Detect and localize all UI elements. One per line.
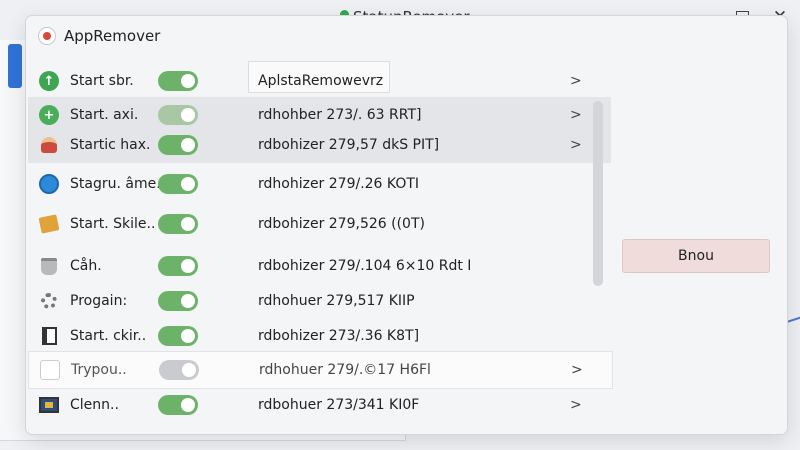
- chevron-right-icon[interactable]: >: [570, 137, 582, 153]
- row-label: Start⁢ sbr.: [70, 73, 134, 89]
- list-item[interactable]: Startic hax. rdbohizer 279,57 dkS PIT] >: [28, 127, 611, 163]
- app-title: AppRemover: [64, 27, 161, 45]
- pot-icon: [41, 257, 57, 275]
- row-icon: [38, 104, 60, 126]
- row-toggle[interactable]: [158, 326, 198, 346]
- row-label: Trypou..: [71, 362, 127, 378]
- row-icon: [38, 213, 60, 235]
- row-label: Cåh.: [70, 258, 102, 274]
- list-item[interactable]: Trypou.. rdhohuer 279/.©17 H6Fl >: [28, 351, 613, 389]
- side-action-button[interactable]: Bnou: [622, 239, 770, 273]
- column-header-value: AplstaRemowevrz: [258, 73, 384, 89]
- row-toggle[interactable]: [158, 256, 198, 276]
- row-icon: [38, 134, 60, 156]
- chevron-right-icon[interactable]: >: [571, 362, 583, 378]
- chevron-right-icon[interactable]: >: [570, 107, 582, 123]
- chevron-right-icon[interactable]: >: [570, 397, 582, 413]
- row-icon: [38, 255, 60, 277]
- row-value: rdbohizer 279/.104 6×10 Rdt I: [258, 258, 472, 274]
- plus-circle-icon: [39, 105, 59, 125]
- row-icon: [39, 359, 61, 381]
- row-label: Start. Skile..: [70, 216, 156, 232]
- list-item[interactable]: Progain: rdhohuer 279,517 KIIP: [28, 283, 611, 319]
- person-icon: [41, 137, 57, 153]
- row-icon: [38, 70, 60, 92]
- list-item[interactable]: Stagru. âme.. rdhohizer 279/.26 KOTI: [28, 166, 611, 202]
- blank-icon: [40, 360, 60, 380]
- row-toggle[interactable]: [158, 135, 198, 155]
- gear-icon: [41, 293, 57, 309]
- row-toggle[interactable]: [158, 395, 198, 415]
- row-value: rdhohuer 279,517 KIIP: [258, 293, 415, 309]
- row-label: Start. axi.: [70, 107, 139, 123]
- list-scrollbar[interactable]: [593, 101, 603, 286]
- row-icon: [38, 173, 60, 195]
- row-icon: [38, 290, 60, 312]
- row-value: rdhohber 273/. 63 RRT]: [258, 107, 422, 123]
- row-value: rdbohizer 273/.36 K8T]: [258, 328, 420, 344]
- document-icon: [41, 327, 57, 345]
- row-toggle[interactable]: [158, 174, 198, 194]
- row-value: rdbohuer 273/341 KI0F: [258, 397, 420, 413]
- list-item[interactable]: Start. ckir.. rdbohizer 273/.36 K8T]: [28, 318, 611, 354]
- row-value: rdbohizer 279,57 dkS PIT]: [258, 137, 440, 153]
- monitor-icon: [39, 397, 59, 413]
- row-label: Start. ckir..: [70, 328, 147, 344]
- row-icon: [38, 394, 60, 416]
- app-header: AppRemover: [26, 16, 787, 56]
- row-value: rdhohizer 279/.26 KOTI: [258, 176, 420, 192]
- row-toggle[interactable]: [159, 360, 199, 380]
- list-item[interactable]: Start⁢ sbr. AplstaRemowevrz >: [28, 61, 611, 99]
- row-toggle[interactable]: [158, 214, 198, 234]
- arrow-up-icon: [39, 71, 59, 91]
- chevron-right-icon[interactable]: >: [570, 73, 582, 89]
- row-icon: [38, 325, 60, 347]
- app-window: AppRemover Start⁢ sbr. AplstaRemowevrz >…: [25, 15, 788, 435]
- row-label: Clenn..: [70, 397, 119, 413]
- list-item[interactable]: Cåh. rdbohizer 279/.104 6×10 Rdt I: [28, 248, 611, 284]
- row-toggle[interactable]: [158, 291, 198, 311]
- app-logo-icon: [38, 27, 56, 45]
- row-label: Stagru. âme..: [70, 176, 166, 192]
- list-item[interactable]: Clenn.. rdbohuer 273/341 KI0F >: [28, 387, 611, 423]
- row-label: Startic hax.: [70, 137, 151, 153]
- background-accent-tab: [8, 44, 22, 88]
- startup-list: Start⁢ sbr. AplstaRemowevrz > Start. axi…: [28, 61, 613, 426]
- box-icon: [38, 214, 60, 234]
- row-toggle[interactable]: [158, 71, 198, 91]
- list-item[interactable]: Start. Skile.. rdbohizer 279,526 ((0T): [28, 206, 611, 242]
- globe-icon: [39, 174, 59, 194]
- row-label: Progain:: [70, 293, 128, 309]
- row-value: rdbohizer 279,526 ((0T): [258, 216, 425, 232]
- row-toggle[interactable]: [158, 105, 198, 125]
- row-value: rdhohuer 279/.©17 H6Fl: [259, 362, 431, 378]
